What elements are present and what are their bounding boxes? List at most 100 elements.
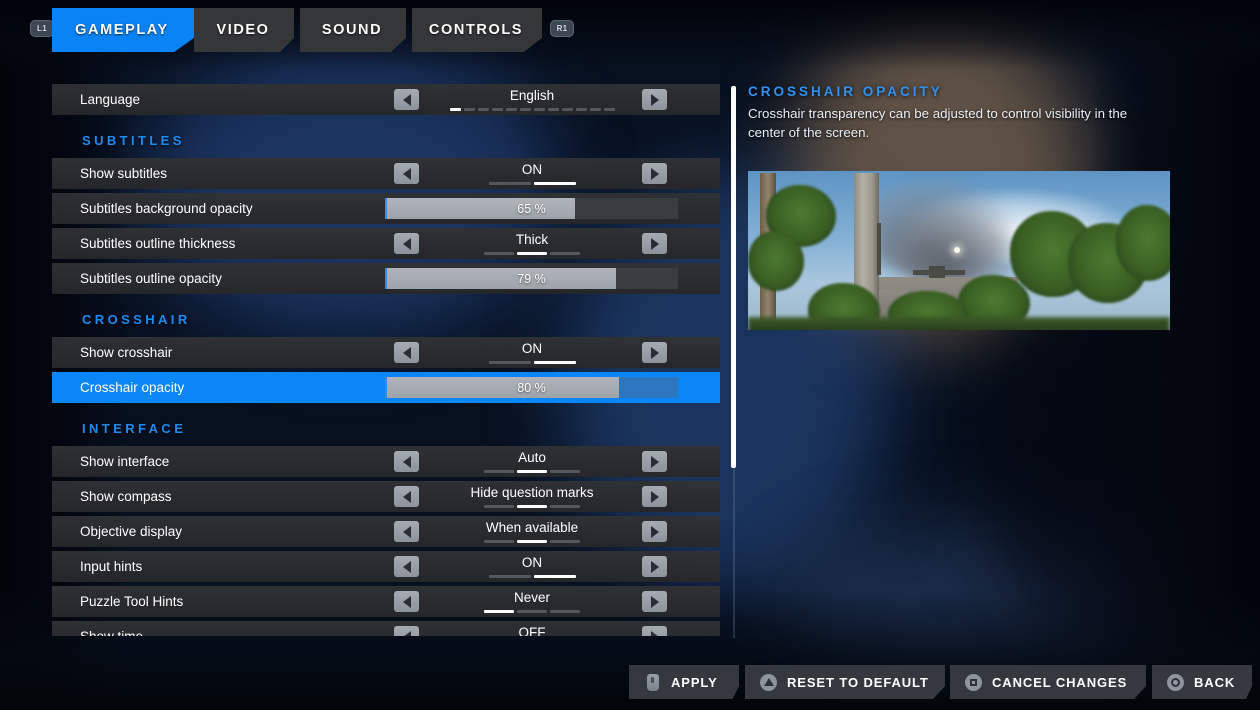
option-segment [517,540,547,543]
option-segment [517,610,547,613]
option-next-arrow-icon[interactable] [642,521,667,542]
setting-row-show-subtitles[interactable]: Show subtitles ON [52,158,720,189]
option-next-arrow-icon[interactable] [642,451,667,472]
option-control: English [52,84,720,115]
option-segment [484,470,514,473]
option-prev-arrow-icon[interactable] [394,89,419,110]
option-segment [533,361,576,364]
option-segment [561,108,573,111]
option-segment-indicator [422,505,642,508]
option-control: When available [52,516,720,547]
option-segment [484,505,514,508]
option-segment-indicator [422,108,642,111]
setting-row-subtitles-outline-opacity[interactable]: Subtitles outline opacity 79 % [52,263,720,294]
option-segment [491,108,503,111]
circle-button-icon [1167,673,1184,691]
slider-control[interactable]: 79 % [385,268,678,289]
setting-row-puzzle-tool-hints[interactable]: Puzzle Tool Hints Never [52,586,720,617]
setting-label: Subtitles background opacity [80,201,253,216]
tab-label: GAMEPLAY [75,22,169,38]
option-next-arrow-icon[interactable] [642,626,667,636]
option-segment [517,470,547,473]
option-value: When available [485,520,579,535]
section-heading-crosshair: CROSSHAIR [82,312,191,327]
option-prev-arrow-icon[interactable] [394,591,419,612]
action-button-reset-to-default[interactable]: RESET TO DEFAULT [745,665,945,699]
option-prev-arrow-icon[interactable] [394,521,419,542]
option-control: ON [52,158,720,189]
option-segment [533,108,545,111]
option-prev-arrow-icon[interactable] [394,342,419,363]
option-prev-arrow-icon[interactable] [394,556,419,577]
action-button-cancel-changes[interactable]: CANCEL CHANGES [950,665,1146,699]
setting-row-language[interactable]: Language English [52,84,720,115]
setting-row-show-time[interactable]: Show timeOFF [52,621,720,636]
option-value: English [509,88,555,103]
option-segment [550,252,580,255]
setting-row-input-hints[interactable]: Input hints ON [52,551,720,582]
setting-row-show-interface[interactable]: Show interface Auto [52,446,720,477]
setting-preview-image [748,171,1170,330]
option-segment [603,108,615,111]
option-next-arrow-icon[interactable] [642,163,667,184]
option-prev-arrow-icon[interactable] [394,233,419,254]
tab-video[interactable]: VIDEO [194,8,294,52]
settings-list-viewport[interactable]: Language English SUBTITLES Show subtitles ON… [52,84,720,636]
triangle-button-icon [760,673,777,691]
tab-gameplay[interactable]: GAMEPLAY [52,8,194,52]
setting-row-subtitles-background-opacity[interactable]: Subtitles background opacity 65 % [52,193,720,224]
option-control: Hide question marks [52,481,720,512]
option-segment [484,610,514,613]
scrollbar-thumb[interactable] [731,86,736,468]
setting-row-show-crosshair[interactable]: Show crosshair ON [52,337,720,368]
option-segment [533,182,576,185]
option-prev-arrow-icon[interactable] [394,163,419,184]
settings-list: Language English SUBTITLES Show subtitles ON… [52,84,720,636]
action-button-label: BACK [1194,674,1236,690]
action-button-back[interactable]: BACK [1152,665,1252,699]
info-panel: CROSSHAIR OPACITY Crosshair transparency… [748,84,1172,142]
shoulder-button-l1-icon: L1 [30,20,54,37]
info-panel-description: Crosshair transparency can be adjusted t… [748,106,1128,140]
option-prev-arrow-icon[interactable] [394,626,419,636]
setting-row-show-compass[interactable]: Show compass Hide question marks [52,481,720,512]
option-segment [505,108,517,111]
tab-label: VIDEO [216,22,270,38]
option-segment [484,540,514,543]
option-control: Auto [52,446,720,477]
option-control: Never [52,586,720,617]
setting-row-crosshair-opacity[interactable]: Crosshair opacity 80 % [52,372,720,403]
slider-control[interactable]: 65 % [385,198,678,219]
action-button-apply[interactable]: APPLY [629,665,739,699]
option-segment [463,108,475,111]
option-next-arrow-icon[interactable] [642,233,667,254]
shoulder-button-r1-icon: R1 [550,20,574,37]
option-value: Auto [518,450,546,465]
option-prev-arrow-icon[interactable] [394,451,419,472]
option-segment [449,108,461,111]
option-next-arrow-icon[interactable] [642,486,667,507]
option-segment [550,540,580,543]
option-next-arrow-icon[interactable] [642,89,667,110]
option-prev-arrow-icon[interactable] [394,486,419,507]
setting-row-objective-display[interactable]: Objective display When available [52,516,720,547]
action-button-label: CANCEL CHANGES [992,674,1128,690]
setting-row-subtitles-outline-thickness[interactable]: Subtitles outline thickness Thick [52,228,720,259]
tab-sound[interactable]: SOUND [300,8,406,52]
slider-value: 80 % [517,380,546,395]
action-bar: APPLY RESET TO DEFAULT CANCEL CHANGES BACK [0,655,1260,710]
option-segment [484,252,514,255]
option-segment [550,505,580,508]
action-button-label: APPLY [671,674,718,690]
option-next-arrow-icon[interactable] [642,342,667,363]
square-button-icon [964,673,983,692]
slider-control[interactable]: 80 % [385,377,678,398]
section-heading-subtitles: SUBTITLES [82,133,185,148]
option-next-arrow-icon[interactable] [642,556,667,577]
option-value: Never [513,590,550,605]
option-next-arrow-icon[interactable] [642,591,667,612]
action-button-label: RESET TO DEFAULT [787,674,929,690]
option-segment-indicator [422,470,642,473]
option-segment-indicator [422,361,642,364]
tab-controls[interactable]: CONTROLS [412,8,542,52]
